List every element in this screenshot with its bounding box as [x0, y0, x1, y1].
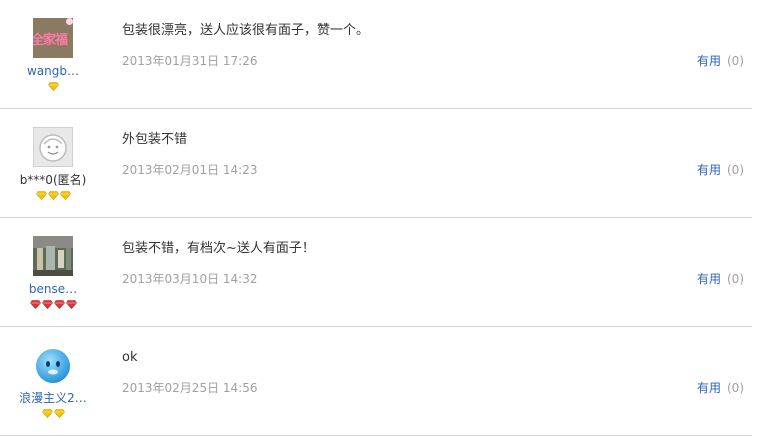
user-avatar[interactable]	[33, 345, 73, 385]
useful-vote: 有用 (0)	[697, 53, 744, 69]
review-content: 外包装不错	[122, 132, 188, 147]
username-link[interactable]: wangb…	[0, 63, 106, 79]
gold-diamond-icon	[59, 191, 71, 200]
gold-diamond-icon	[41, 409, 53, 418]
user-level-badges	[0, 300, 106, 310]
review-content: 包装不错，有档次~送人有面子！	[122, 241, 315, 256]
useful-count: (0)	[727, 54, 744, 68]
red-diamond-icon	[65, 300, 77, 309]
user-avatar[interactable]	[33, 127, 73, 167]
review-content: ok	[122, 350, 138, 365]
useful-count: (0)	[727, 163, 744, 177]
username: b***0(匿名)	[19, 173, 87, 187]
user-level-badges	[0, 409, 106, 419]
user-avatar[interactable]: 全家福	[33, 18, 73, 58]
review-time: 2013年02月25日 14:56	[122, 381, 258, 395]
review-item: b***0(匿名) 外包装不错 2013年02月01日 14:23 有用 (0)	[0, 109, 752, 218]
useful-vote: 有用 (0)	[697, 271, 744, 287]
gold-diamond-icon	[35, 191, 47, 200]
useful-vote: 有用 (0)	[697, 380, 744, 396]
red-diamond-icon	[53, 300, 65, 309]
review-time: 2013年01月31日 17:26	[122, 54, 258, 68]
user-level-badges	[0, 191, 106, 201]
review-time: 2013年02月01日 14:23	[122, 163, 258, 177]
gold-diamond-icon	[53, 409, 65, 418]
useful-count: (0)	[727, 272, 744, 286]
useful-button[interactable]: 有用	[697, 54, 721, 68]
anonymous-face-icon	[39, 134, 67, 162]
review-item: 全家福 wangb… 包装很漂亮，送人应该很有面子，赞一个。 2013年01月3…	[0, 0, 752, 109]
useful-button[interactable]: 有用	[697, 272, 721, 286]
photo-thumbnail-icon	[33, 236, 73, 276]
review-content: 包装很漂亮，送人应该很有面子，赞一个。	[122, 23, 370, 38]
review-item: 浪漫主义2… ok 2013年02月25日 14:56 有用 (0)	[0, 327, 752, 436]
review-item: bense… 包装不错，有档次~送人有面子！ 2013年03月10日 14:32…	[0, 218, 752, 327]
useful-button[interactable]: 有用	[697, 381, 721, 395]
gold-diamond-icon	[47, 191, 59, 200]
avatar-text: 全家福	[33, 33, 68, 48]
user-avatar[interactable]	[33, 236, 73, 276]
review-time: 2013年03月10日 14:32	[122, 272, 258, 286]
useful-vote: 有用 (0)	[697, 162, 744, 178]
useful-count: (0)	[727, 381, 744, 395]
red-diamond-icon	[41, 300, 53, 309]
gold-diamond-icon	[47, 82, 59, 91]
blue-penguin-icon	[33, 345, 73, 385]
red-diamond-icon	[29, 300, 41, 309]
useful-button[interactable]: 有用	[697, 163, 721, 177]
avatar-decoration	[66, 18, 73, 25]
user-level-badges	[0, 82, 106, 92]
username-link[interactable]: 浪漫主义2…	[0, 390, 106, 406]
username-link[interactable]: bense…	[0, 281, 106, 297]
